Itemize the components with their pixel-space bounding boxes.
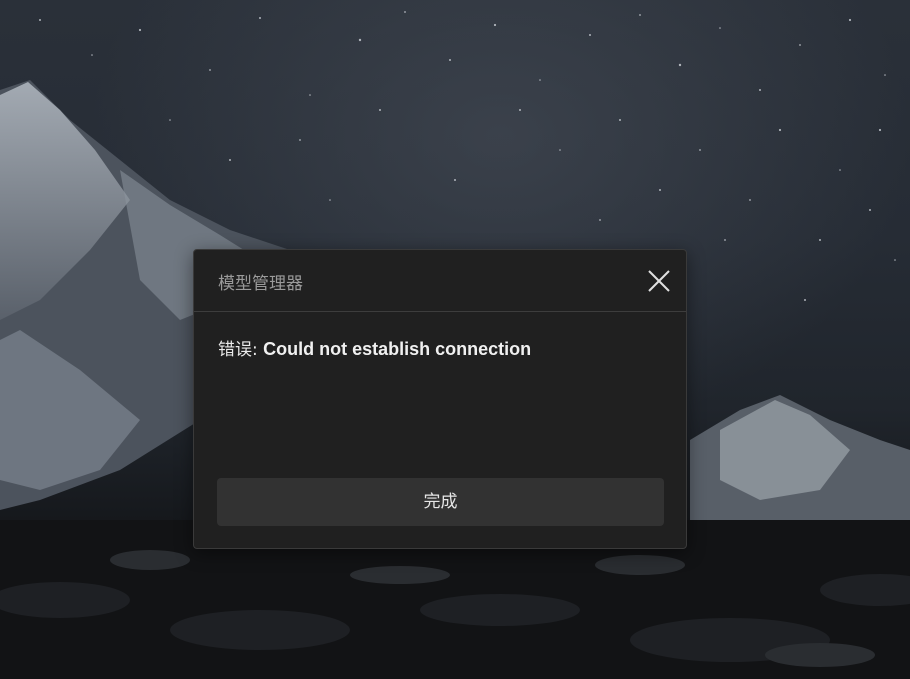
model-manager-dialog: 模型管理器 错误: Could not establish connection… xyxy=(193,249,687,549)
done-button[interactable]: 完成 xyxy=(217,478,664,526)
error-message: 错误: Could not establish connection xyxy=(218,335,531,360)
close-button[interactable] xyxy=(642,264,676,298)
dialog-header: 模型管理器 xyxy=(194,250,686,312)
error-prefix: 错误: xyxy=(218,340,264,360)
close-icon xyxy=(648,270,670,292)
dialog-title: 模型管理器 xyxy=(218,274,303,294)
error-text: Could not establish connection xyxy=(263,339,532,359)
